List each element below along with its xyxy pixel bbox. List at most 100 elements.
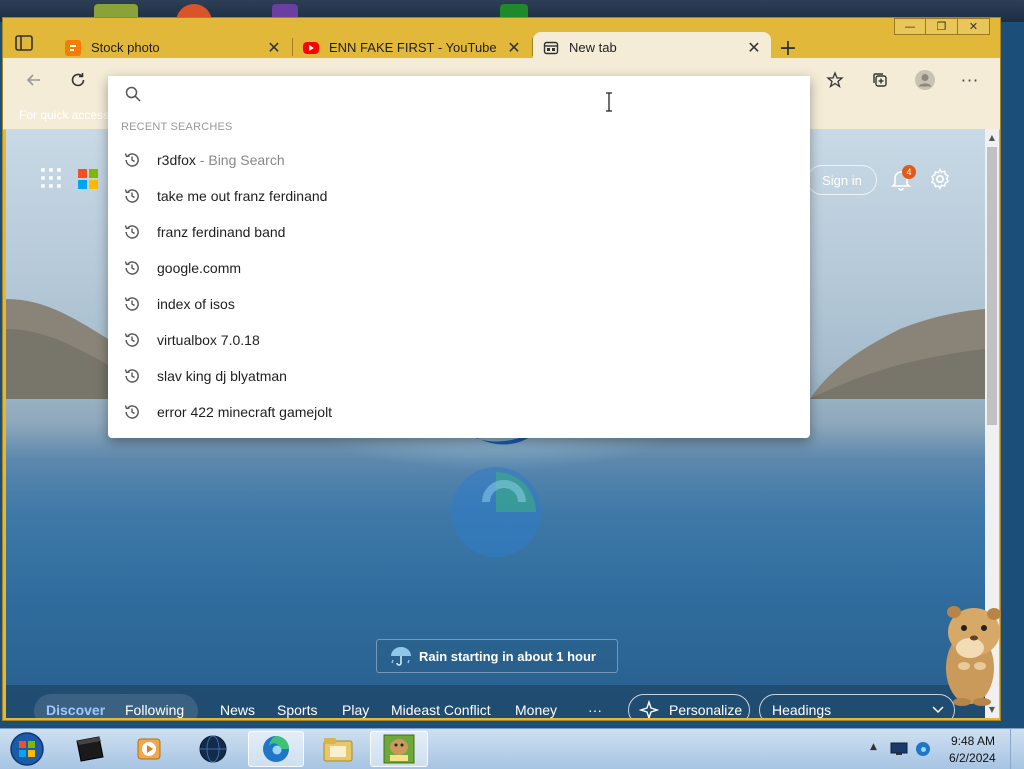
suggestion-item[interactable]: error 422 minecraft gamejolt (108, 394, 810, 430)
taskbar-globe-browser[interactable] (188, 731, 238, 767)
clock-time[interactable]: 9:48 AM (951, 734, 995, 748)
edge-tray-icon[interactable] (914, 740, 932, 758)
taskbar-file-explorer[interactable] (310, 731, 366, 767)
feed-tab-discover[interactable]: Discover (46, 702, 105, 718)
taskbar-media-player[interactable] (124, 731, 174, 767)
more-dots-icon: ··· (960, 70, 980, 90)
address-bar-dropdown: RECENT SEARCHES r3dfox - Bing Search take… (108, 76, 810, 438)
suggestion-query: r3dfox (157, 152, 196, 168)
suggestion-query: franz ferdinand band (157, 224, 286, 240)
newtab-icon (543, 40, 559, 56)
recent-searches-label: RECENT SEARCHES (121, 121, 233, 133)
feed-tab-following[interactable]: Following (125, 702, 184, 718)
apps-launcher-icon[interactable] (40, 167, 62, 189)
address-bar-input[interactable] (152, 82, 776, 108)
media-player-icon (137, 738, 161, 760)
suggestion-query: index of isos (157, 296, 235, 312)
profile-button[interactable] (910, 66, 940, 94)
history-clock-icon (124, 189, 139, 203)
file-explorer-icon (323, 738, 353, 762)
terminal-icon (76, 736, 104, 762)
taskbar-edge[interactable] (248, 731, 304, 767)
youtube-icon (303, 41, 319, 54)
personalize-button[interactable]: Personalize (628, 694, 750, 718)
close-tab-icon[interactable]: ✕ (503, 38, 525, 57)
sign-in-button[interactable]: Sign in (807, 165, 877, 195)
tab-title: Stock photo (91, 40, 160, 55)
suggestion-item[interactable]: franz ferdinand band (108, 214, 810, 250)
suggestion-text: virtualbox 7.0.18 (157, 332, 260, 348)
history-clock-icon (124, 153, 139, 167)
back-button[interactable] (19, 66, 49, 94)
tab-strip: Stock photo ✕ ENN FAKE FIRST - YouTube ✕… (3, 26, 1000, 63)
weather-text: Rain starting in about 1 hour (419, 648, 596, 664)
feed-tab-news[interactable]: News (220, 702, 255, 718)
feed-more-button[interactable]: ··· (588, 702, 602, 718)
suggestion-item[interactable]: slav king dj blyatman (108, 358, 810, 394)
tab-actions-icon[interactable] (14, 34, 34, 52)
feed-tab-mideast-conflict[interactable]: Mideast Conflict (391, 702, 491, 718)
suggestion-item[interactable]: virtualbox 7.0.18 (108, 322, 810, 358)
settings-more-button[interactable]: ··· (955, 66, 985, 94)
suggestion-item[interactable]: google.comm (108, 250, 810, 286)
weather-banner[interactable]: Rain starting in about 1 hour (376, 639, 618, 673)
taskbar-box-app[interactable] (370, 731, 428, 767)
start-button[interactable] (2, 731, 52, 767)
browser-window: — ❐ ✕ Stock photo ✕ ENN FAKE FIRST - You… (2, 17, 1001, 721)
refresh-icon (71, 73, 85, 87)
clock-date[interactable]: 6/2/2024 (949, 751, 996, 765)
history-clock-icon (124, 369, 139, 383)
close-tab-icon[interactable]: ✕ (743, 38, 765, 57)
refresh-button[interactable] (63, 66, 93, 94)
edge-icon (263, 736, 289, 762)
edge-logo-reflection (451, 417, 541, 557)
taskbar-terminal[interactable] (64, 731, 114, 767)
search-icon (125, 86, 141, 102)
background-hill-right (810, 309, 985, 399)
feed-tab-sports[interactable]: Sports (277, 702, 317, 718)
close-tab-icon[interactable]: ✕ (263, 38, 285, 57)
suggestion-query: google.comm (157, 260, 242, 276)
show-desktop-button[interactable] (1010, 729, 1024, 769)
text-cursor-icon (606, 92, 612, 112)
suggestion-text: franz ferdinand band (157, 224, 285, 240)
back-arrow-icon (26, 74, 40, 86)
favorites-star-icon (826, 71, 844, 89)
headings-select[interactable]: Headings (759, 694, 955, 718)
feed-tab-money[interactable]: Money (515, 702, 557, 718)
taskbar: ▲ 9:48 AM 6/2/2024 (0, 728, 1024, 769)
suggestion-query: slav king dj blyatman (157, 368, 287, 384)
scrollbar-thumb[interactable] (987, 147, 997, 425)
favorites-bar-hint: For quick access (19, 108, 110, 122)
suggestion-text: slav king dj blyatman (157, 368, 287, 384)
sparkle-star-icon (639, 700, 659, 718)
personalize-label: Personalize (669, 702, 743, 718)
tray-overflow-icon[interactable]: ▲ (870, 742, 877, 752)
tab-title: ENN FAKE FIRST - YouTube (329, 40, 497, 55)
feed-navigation-bar: Discover Following News Sports Play Mide… (6, 685, 985, 718)
suggestion-text: take me out franz ferdinand (157, 188, 327, 204)
suggestion-query: virtualbox 7.0.18 (157, 332, 260, 348)
start-orb-icon (10, 732, 44, 766)
suggestion-text: google.comm (157, 260, 241, 276)
suggestion-text: index of isos (157, 296, 235, 312)
feed-tab-play[interactable]: Play (342, 702, 369, 718)
suggestion-text: r3dfox - Bing Search (157, 152, 285, 168)
suggestion-item[interactable]: take me out franz ferdinand (108, 178, 810, 214)
gear-icon[interactable] (928, 167, 952, 191)
suggestion-text: error 422 minecraft gamejolt (157, 404, 332, 420)
bandicam-box-icon (383, 734, 415, 764)
history-clock-icon (124, 333, 139, 347)
suggestion-item[interactable]: index of isos (108, 286, 810, 322)
favorites-button[interactable] (820, 66, 850, 94)
blogger-icon (65, 39, 81, 56)
microsoft-logo-icon (78, 169, 98, 189)
collections-button[interactable] (865, 66, 895, 94)
hamster-mascot[interactable] (940, 602, 1006, 710)
suggestion-item[interactable]: r3dfox - Bing Search (108, 142, 810, 178)
suggestion-suffix: - Bing Search (195, 152, 285, 168)
network-monitor-icon[interactable] (890, 741, 908, 757)
collections-icon (873, 73, 887, 87)
suggestion-query: error 422 minecraft gamejolt (157, 404, 333, 420)
scroll-up-arrow-icon[interactable]: ▲ (985, 131, 999, 145)
